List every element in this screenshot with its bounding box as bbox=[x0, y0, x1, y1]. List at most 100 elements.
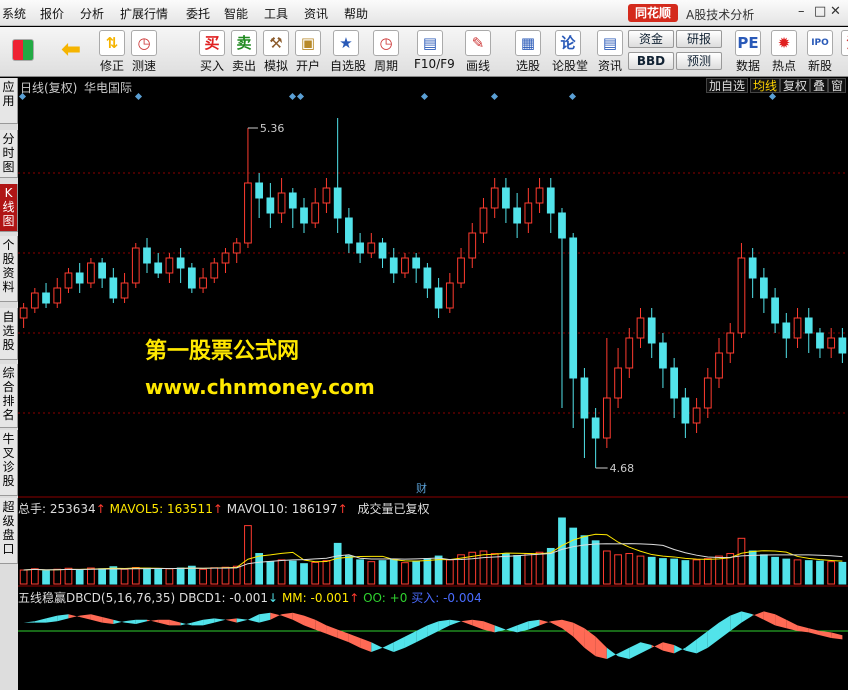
toolbar-button-shanghai[interactable]: 沪沪 bbox=[838, 29, 848, 75]
dbcd-ribbon-segment bbox=[236, 618, 248, 623]
toolbar-button-screen[interactable]: ▦ 选股 bbox=[512, 29, 544, 75]
volume-bar bbox=[30, 568, 39, 585]
mavol10-label: MAVOL10: bbox=[226, 502, 288, 516]
candle-body bbox=[288, 192, 297, 209]
ma-button[interactable]: 均线 bbox=[750, 78, 781, 93]
sidebar-tab-stock-profile[interactable]: 个 股 资 料 bbox=[0, 236, 18, 302]
add-watchlist-button[interactable]: 加自选 bbox=[706, 78, 749, 93]
toolbar-button-star[interactable]: ★ 自选股 bbox=[330, 29, 366, 75]
menu-extended-market[interactable]: 扩展行情 bbox=[120, 5, 168, 22]
menu-system[interactable]: 系统 bbox=[2, 5, 26, 22]
overlay-button[interactable]: 叠 bbox=[810, 78, 829, 93]
indicator-name: 五线稳赢DBCD(5,16,76,35) bbox=[18, 591, 176, 605]
toolbar-button-up-arrow[interactable]: ⇅ 修正 bbox=[96, 29, 128, 75]
sidebar-tab-apps[interactable]: 应 用 bbox=[0, 78, 18, 124]
menu-bar: 系统 报价 分析 扩展行情 委托 智能 工具 资讯 帮助 同花顺 A股技术分析 … bbox=[0, 0, 848, 26]
candle-body bbox=[412, 257, 421, 269]
toolbar-button-label: 数据 bbox=[735, 59, 760, 73]
candle-body bbox=[816, 332, 824, 349]
window-button[interactable]: 窗 bbox=[828, 78, 847, 93]
volume-bar bbox=[367, 561, 376, 585]
dbcd-ribbon-segment bbox=[763, 611, 776, 626]
toolbar-button-lock[interactable]: ▣ 开户 bbox=[292, 29, 324, 75]
candle-body bbox=[625, 337, 634, 369]
finance-event-marker: 财 bbox=[416, 481, 427, 495]
minimize-icon[interactable]: – bbox=[798, 4, 805, 19]
sidebar-tab-kline[interactable]: K 线 图 bbox=[0, 184, 18, 232]
bbd-button[interactable]: BBD bbox=[628, 52, 674, 70]
toolbar-button-sell[interactable]: 卖卖出 bbox=[228, 29, 260, 75]
back-button[interactable]: ⬅ bbox=[54, 29, 88, 75]
candle-body bbox=[333, 187, 342, 219]
toolbar-button-pe[interactable]: PE 数据 bbox=[732, 29, 764, 75]
sidebar-tab-super-orderbook[interactable]: 超 级 盘 口 bbox=[0, 498, 18, 564]
event-diamond-icon bbox=[134, 92, 143, 101]
menu-analysis[interactable]: 分析 bbox=[80, 5, 104, 22]
candle-body bbox=[569, 237, 578, 379]
candle-body bbox=[703, 377, 712, 409]
candle-body bbox=[165, 257, 174, 274]
maximize-icon[interactable]: □ bbox=[814, 4, 826, 19]
menu-smart[interactable]: 智能 bbox=[224, 5, 248, 22]
toolbar-button-hammer[interactable]: ⚒ 模拟 bbox=[260, 29, 292, 75]
volume-bar bbox=[692, 559, 701, 585]
toolbar-button-pen[interactable]: ✎ 画线 bbox=[462, 29, 494, 75]
toolbar-button-label: 沪 bbox=[838, 57, 848, 74]
toolbar-button-label: 卖出 bbox=[231, 59, 256, 73]
close-icon[interactable]: ✕ bbox=[830, 4, 841, 19]
toolbar-button-ipo[interactable]: IPO 新股 bbox=[804, 29, 836, 75]
dbcd-ribbon-segment bbox=[775, 614, 787, 629]
dbcd-ribbon-segment bbox=[696, 631, 708, 654]
forecast-button[interactable]: 预测 bbox=[676, 52, 722, 70]
watermark-url: www.chnmoney.com bbox=[145, 375, 375, 399]
candle-body bbox=[647, 317, 656, 344]
high-price-label: 5.36 bbox=[260, 122, 285, 135]
research-button[interactable]: 研报 bbox=[676, 30, 722, 48]
adjust-button[interactable]: 复权 bbox=[780, 78, 811, 93]
up-arrow-icon: ↑ bbox=[337, 502, 348, 516]
low-price-label: 4.68 bbox=[610, 462, 635, 475]
capital-button[interactable]: 资金 bbox=[628, 30, 674, 48]
menu-tools[interactable]: 工具 bbox=[264, 5, 288, 22]
candle-body bbox=[827, 337, 836, 349]
dbcd-ribbon-segment bbox=[247, 614, 260, 623]
candle-body bbox=[490, 187, 499, 209]
candle-body bbox=[636, 317, 645, 339]
candle-body bbox=[502, 187, 510, 209]
chart-area[interactable]: 5.36 4.68 财 日线(复权) 华电国际 加自选 均线 复权 叠 窗 第一股票… bbox=[18, 78, 848, 690]
toolbar-button-clock[interactable]: ◷ 周期 bbox=[370, 29, 402, 75]
toolbar-button-label: 开户 bbox=[295, 59, 320, 73]
candle-body bbox=[434, 287, 443, 309]
menu-order[interactable]: 委托 bbox=[186, 5, 210, 22]
volume-bar bbox=[42, 570, 50, 585]
sidebar-tab-intraday[interactable]: 分 时 图 bbox=[0, 130, 18, 178]
toolbar-button-document[interactable]: ▤ F10/F9 bbox=[414, 29, 455, 75]
candle-body bbox=[760, 277, 768, 299]
sidebar-tab-ranking[interactable]: 综 合 排 名 bbox=[0, 364, 18, 428]
sidebar-tab-diagnosis[interactable]: 牛 叉 诊 股 bbox=[0, 430, 18, 496]
dbcd-ribbon-segment bbox=[326, 625, 338, 638]
dbcd-ribbon-segment bbox=[360, 638, 372, 652]
volume-bar bbox=[535, 551, 544, 585]
volume-bar bbox=[389, 559, 398, 585]
volume-bar bbox=[187, 565, 196, 585]
toolbar-button-buy[interactable]: 买买入 bbox=[196, 29, 228, 75]
candle-body bbox=[311, 202, 320, 224]
sidebar-tab-watchlist[interactable]: 自 选 股 bbox=[0, 308, 18, 360]
menu-quote[interactable]: 报价 bbox=[40, 5, 64, 22]
layout-button[interactable] bbox=[8, 29, 38, 75]
volume-bar bbox=[804, 560, 813, 585]
brand-logo: 同花顺 bbox=[628, 4, 678, 22]
candle-body bbox=[30, 292, 39, 309]
menu-info[interactable]: 资讯 bbox=[304, 5, 328, 22]
menu-help[interactable]: 帮助 bbox=[344, 5, 368, 22]
volume-bar bbox=[558, 517, 566, 585]
toolbar-button-forum[interactable]: 论论股堂 bbox=[552, 29, 588, 75]
toolbar-button-clock[interactable]: ◷ 测速 bbox=[128, 29, 160, 75]
toolbar-button-news[interactable]: ▤ 资讯 bbox=[594, 29, 626, 75]
dbcd-ribbon-segment bbox=[831, 632, 843, 640]
dbcd-ribbon-segment bbox=[461, 619, 473, 626]
volume-bar bbox=[580, 535, 589, 585]
candle-body bbox=[75, 272, 84, 284]
toolbar-button-hot[interactable]: ✹ 热点 bbox=[768, 29, 800, 75]
